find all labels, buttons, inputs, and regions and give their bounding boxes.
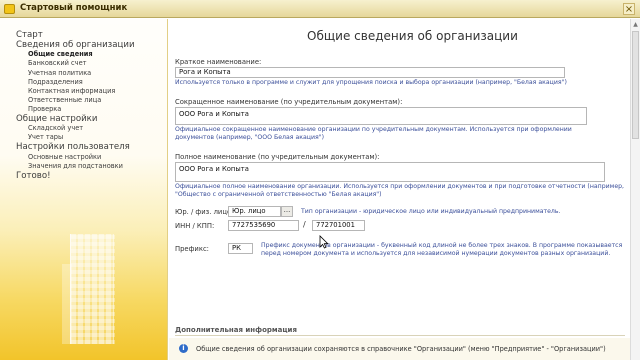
- nav-item[interactable]: Сведения об организации: [0, 40, 167, 50]
- app-icon: [4, 4, 15, 14]
- inn-input[interactable]: 7727535690: [228, 220, 299, 231]
- nav-list: Старт Сведения об организации Общие сведен…: [0, 30, 167, 181]
- nav-item[interactable]: Учетная политика: [0, 69, 167, 78]
- vertical-scrollbar[interactable]: ▲: [630, 19, 640, 360]
- nav-item[interactable]: Общие сведения: [0, 50, 167, 59]
- inn-kpp-separator: /: [303, 220, 306, 229]
- scroll-up-icon[interactable]: ▲: [632, 21, 639, 28]
- window-title: Стартовый помощник: [20, 3, 128, 13]
- inn-kpp-label: ИНН / КПП:: [175, 222, 215, 230]
- info-icon: i: [179, 344, 188, 353]
- prefix-input[interactable]: РК: [228, 243, 253, 254]
- full-name-hint-2: "Общество с ограниченной ответственность…: [175, 191, 382, 198]
- building-illustration: [62, 234, 124, 344]
- main-panel: Общие сведения об организации Краткое на…: [169, 19, 640, 360]
- short-name-label: Краткое наименование:: [175, 58, 262, 66]
- additional-info-panel: i Общие сведения об организации сохраняю…: [169, 338, 630, 360]
- abbrev-name-hint-2: документов (например, "ООО Белая акация"…: [175, 134, 325, 141]
- window-titlebar: Стартовый помощник ×: [0, 0, 640, 18]
- nav-item[interactable]: Банковский счет: [0, 59, 167, 68]
- mouse-pointer-icon: [319, 235, 329, 249]
- nav-item[interactable]: Настройки пользователя: [0, 142, 167, 152]
- kpp-input[interactable]: 772701001: [312, 220, 365, 231]
- nav-item[interactable]: Основные настройки: [0, 153, 167, 162]
- scroll-thumb[interactable]: [632, 31, 639, 139]
- short-name-hint: Используется только в программе и служит…: [175, 79, 567, 86]
- entity-type-select[interactable]: Юр. лицо: [228, 206, 281, 217]
- nav-item[interactable]: Подразделения: [0, 78, 167, 87]
- nav-item[interactable]: Складской учет: [0, 124, 167, 133]
- additional-info-divider: [175, 335, 625, 336]
- nav-item[interactable]: Значения для подстановки: [0, 162, 167, 171]
- abbrev-name-label: Сокращенное наименование (по учредительн…: [175, 98, 403, 106]
- entity-type-choose-button[interactable]: ...: [281, 206, 293, 217]
- additional-info-title: Дополнительная информация: [175, 326, 297, 334]
- prefix-hint-2: перед номером документа и используется д…: [261, 250, 611, 257]
- full-name-input[interactable]: ООО Рога и Копыта: [175, 162, 605, 182]
- nav-item[interactable]: Старт: [0, 30, 167, 40]
- nav-item[interactable]: Ответственные лица: [0, 96, 167, 105]
- nav-item[interactable]: Общие настройки: [0, 114, 167, 124]
- nav-item[interactable]: Контактная информация: [0, 87, 167, 96]
- full-name-label: Полное наименование (по учредительным до…: [175, 153, 380, 161]
- close-icon[interactable]: ×: [623, 3, 635, 15]
- abbrev-name-input[interactable]: ООО Рога и Копыта: [175, 107, 587, 125]
- short-name-input[interactable]: Рога и Копыта: [175, 67, 565, 78]
- prefix-label: Префикс:: [175, 245, 209, 253]
- nav-item[interactable]: Учет тары: [0, 133, 167, 142]
- page-title: Общие сведения об организации: [307, 29, 518, 43]
- wizard-nav: Старт Сведения об организации Общие сведен…: [0, 19, 168, 360]
- additional-info-text: Общие сведения об организации сохраняютс…: [196, 345, 606, 353]
- entity-type-label: Юр. / физ. лицо:: [175, 208, 234, 216]
- nav-item[interactable]: Готово!: [0, 171, 167, 181]
- entity-type-hint: Тип организации - юридическое лицо или и…: [301, 208, 561, 215]
- nav-item[interactable]: Проверка: [0, 105, 167, 114]
